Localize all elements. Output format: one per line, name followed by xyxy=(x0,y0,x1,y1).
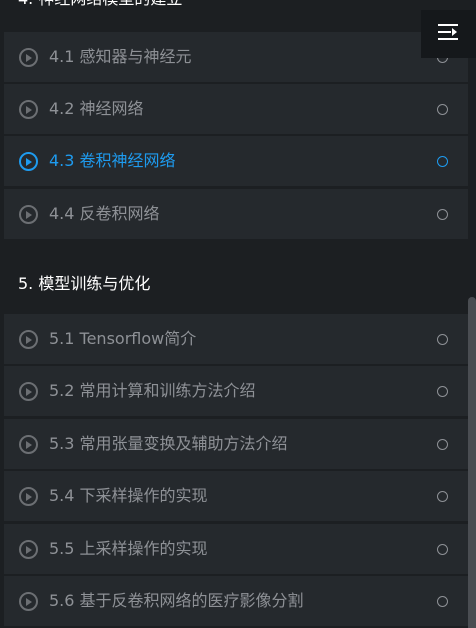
progress-circle-icon xyxy=(437,156,448,167)
menu-collapse-icon xyxy=(438,24,458,26)
play-icon xyxy=(19,540,38,559)
play-icon xyxy=(19,205,38,224)
lesson-item[interactable]: 4.2 神经网络 xyxy=(4,84,468,134)
progress-circle-icon xyxy=(437,491,448,502)
lesson-label: 5.1 Tensorflow简介 xyxy=(49,329,197,348)
menu-collapse-icon-bar xyxy=(438,38,458,40)
lesson-item[interactable]: 5.6 基于反卷积网络的医疗影像分割 xyxy=(4,576,468,626)
lesson-label: 4.2 神经网络 xyxy=(49,99,144,118)
lesson-label: 5.6 基于反卷积网络的医疗影像分割 xyxy=(49,591,304,610)
progress-circle-icon xyxy=(437,596,448,607)
lesson-label: 4.3 卷积神经网络 xyxy=(49,151,176,170)
scrollbar-thumb[interactable] xyxy=(468,297,476,628)
lesson-item[interactable]: 5.5 上采样操作的实现 xyxy=(4,524,468,574)
lesson-label: 4.1 感知器与神经元 xyxy=(49,47,192,66)
lesson-item-active[interactable]: 4.3 卷积神经网络 xyxy=(4,136,468,186)
play-icon xyxy=(19,330,38,349)
lesson-item[interactable]: 5.4 下采样操作的实现 xyxy=(4,471,468,521)
play-icon xyxy=(19,48,38,67)
progress-circle-icon xyxy=(437,104,448,115)
play-icon xyxy=(19,435,38,454)
lesson-label: 5.2 常用计算和训练方法介绍 xyxy=(49,381,256,400)
menu-collapse-icon-arrow xyxy=(452,28,457,36)
play-icon xyxy=(19,152,38,171)
menu-collapse-icon-bar xyxy=(438,31,451,33)
menu-toggle-button[interactable] xyxy=(421,10,476,58)
lesson-label: 4.4 反卷积网络 xyxy=(49,204,160,223)
lesson-label: 5.4 下采样操作的实现 xyxy=(49,486,208,505)
lesson-item[interactable]: 5.2 常用计算和训练方法介绍 xyxy=(4,366,468,416)
progress-circle-icon xyxy=(437,209,448,220)
play-icon xyxy=(19,592,38,611)
lesson-item[interactable]: 5.3 常用张量变换及辅助方法介绍 xyxy=(4,419,468,469)
course-catalog-panel: 4. 神经网络模型的建立 4.1 感知器与神经元 4.2 神经网络 4.3 卷积… xyxy=(0,0,476,628)
play-icon xyxy=(19,487,38,506)
progress-circle-icon xyxy=(437,439,448,450)
play-icon xyxy=(19,382,38,401)
chapter-title: 5. 模型训练与优化 xyxy=(18,274,151,293)
lesson-item[interactable]: 4.4 反卷积网络 xyxy=(4,189,468,239)
lesson-label: 5.5 上采样操作的实现 xyxy=(49,539,208,558)
lesson-item[interactable]: 5.1 Tensorflow简介 xyxy=(4,314,468,364)
progress-circle-icon xyxy=(437,544,448,555)
lesson-label: 5.3 常用张量变换及辅助方法介绍 xyxy=(49,434,288,453)
progress-circle-icon xyxy=(437,386,448,397)
play-icon xyxy=(19,100,38,119)
chapter-title: 4. 神经网络模型的建立 xyxy=(18,0,182,9)
progress-circle-icon xyxy=(437,334,448,345)
lesson-item[interactable]: 4.1 感知器与神经元 xyxy=(4,32,468,82)
